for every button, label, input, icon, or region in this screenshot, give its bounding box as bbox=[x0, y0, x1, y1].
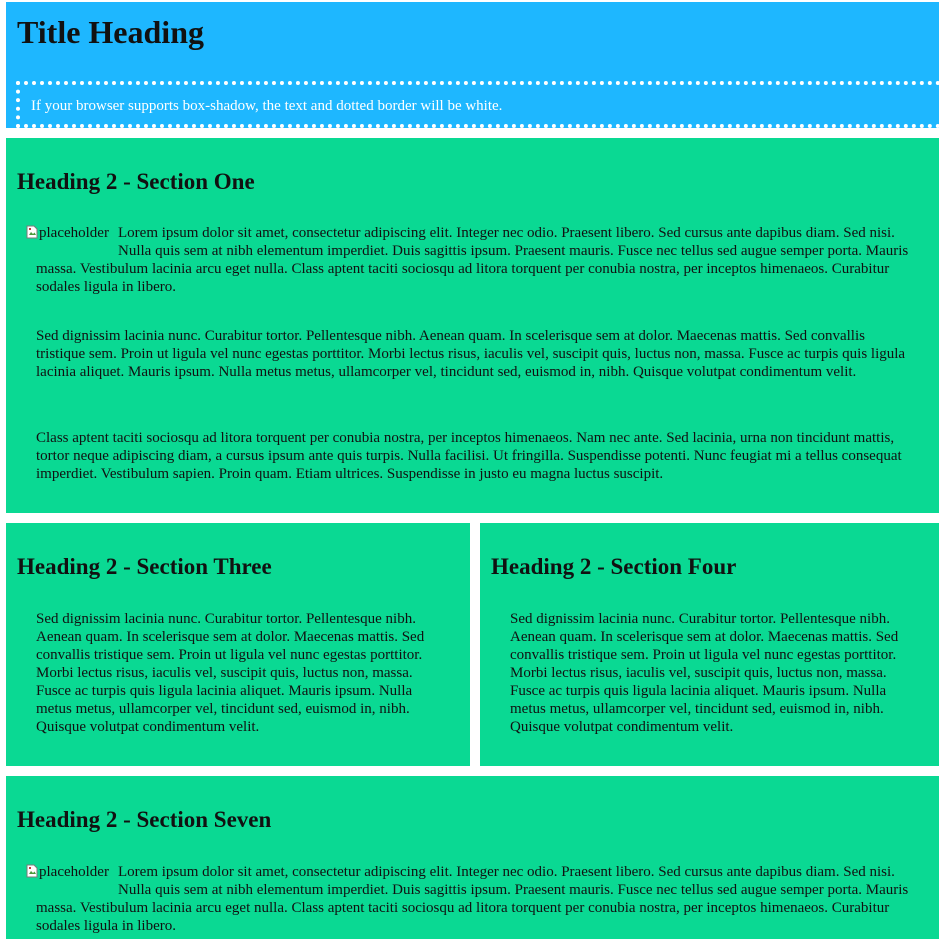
broken-image-icon bbox=[26, 864, 38, 878]
section-one-heading: Heading 2 - Section One bbox=[17, 169, 255, 194]
section-three-heading: Heading 2 - Section Three bbox=[17, 554, 272, 579]
section-four-heading: Heading 2 - Section Four bbox=[491, 554, 737, 579]
section-seven: Heading 2 - Section Seven placeholder Lo… bbox=[6, 776, 939, 939]
placeholder-image-alt: placeholder bbox=[39, 864, 109, 880]
section-three: Heading 2 - Section Three Sed dignissim … bbox=[6, 523, 470, 766]
section-four: Heading 2 - Section Four Sed dignissim l… bbox=[480, 523, 939, 766]
page-title: Title Heading bbox=[17, 14, 204, 50]
section-seven-paragraph-text: Lorem ipsum dolor sit amet, consectetur … bbox=[36, 864, 909, 934]
section-one-paragraph-2: Sed dignissim lacinia nunc. Curabitur to… bbox=[36, 328, 906, 380]
box-shadow-notice: If your browser supports box-shadow, the… bbox=[31, 98, 503, 114]
section-one-paragraph-1: placeholder Lorem ipsum dolor sit amet, … bbox=[26, 224, 916, 296]
section-seven-paragraph: placeholder Lorem ipsum dolor sit amet, … bbox=[26, 863, 916, 935]
section-four-paragraph: Sed dignissim lacinia nunc. Curabitur to… bbox=[510, 611, 899, 735]
section-seven-heading: Heading 2 - Section Seven bbox=[17, 807, 272, 832]
placeholder-image: placeholder bbox=[26, 863, 114, 899]
broken-image-icon bbox=[26, 225, 38, 239]
section-one: Heading 2 - Section One placeholder Lore… bbox=[6, 138, 939, 513]
section-three-paragraph: Sed dignissim lacinia nunc. Curabitur to… bbox=[36, 611, 425, 735]
placeholder-image-alt: placeholder bbox=[39, 225, 109, 241]
section-one-paragraph-3: Class aptent taciti sociosqu ad litora t… bbox=[36, 430, 902, 482]
page-header: Title Heading If your browser supports b… bbox=[6, 2, 939, 128]
placeholder-image: placeholder bbox=[26, 224, 114, 260]
section-one-paragraph-1-text: Lorem ipsum dolor sit amet, consectetur … bbox=[36, 225, 909, 295]
